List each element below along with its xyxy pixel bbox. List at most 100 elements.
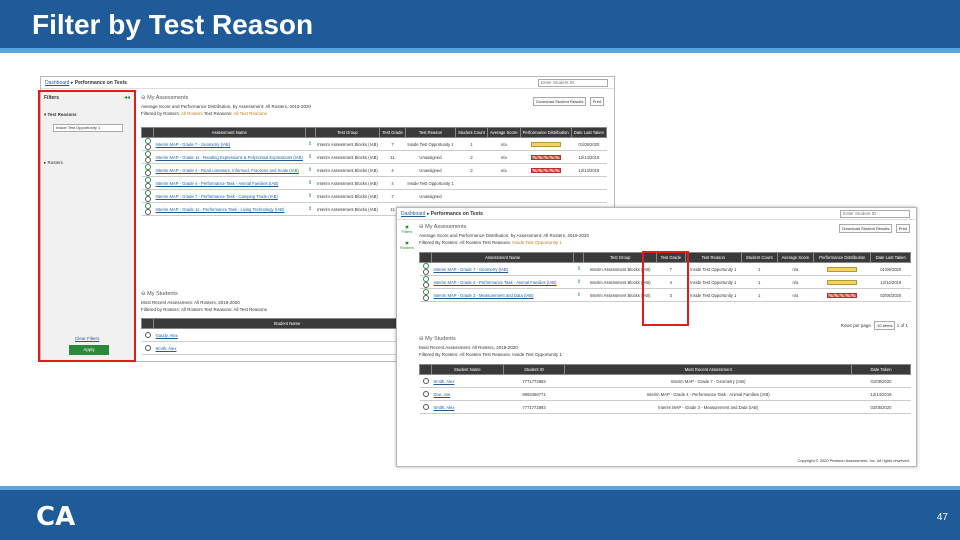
test-group-cell: Interim Assessment Blocks (IAB)	[315, 176, 380, 190]
my-assessments-heading: ⊖ My Assessments	[141, 95, 189, 101]
row-icons[interactable]	[141, 189, 154, 203]
breadcrumb-current: Performance on Tests	[430, 211, 483, 217]
student-row[interactable]: Smith, Alex 7771772893 Interim MAP - Gra…	[419, 374, 911, 388]
magnify-icon[interactable]	[422, 391, 429, 397]
table-row[interactable]: Interim MAP - Grade 4 - Performance Task…	[141, 176, 607, 190]
performance-bar-cell	[520, 189, 572, 203]
magnify-icon[interactable]	[144, 209, 151, 215]
magnify-icon[interactable]	[144, 183, 151, 189]
student-search-input[interactable]: Enter Student ID	[840, 210, 910, 218]
col-assessment-name[interactable]: Assessment Name	[153, 127, 306, 138]
row-icons[interactable]	[141, 150, 154, 164]
row-icons[interactable]	[419, 275, 432, 289]
breadcrumb-separator: ▸	[426, 211, 430, 217]
student-name-link[interactable]: Doe, Joe	[431, 387, 504, 401]
assessment-name-link[interactable]: Interim MAP - Grade 4 - Read Literature,…	[153, 163, 306, 177]
row-icons[interactable]	[141, 341, 154, 355]
magnify-icon[interactable]	[144, 196, 151, 202]
performance-bar	[530, 154, 561, 160]
print-button[interactable]: Print	[589, 97, 604, 106]
assessment-name-link[interactable]: Interim MAP - Grade 7 - Geometry (IAB)	[153, 137, 306, 151]
breadcrumb-dashboard-link[interactable]: Dashboard	[45, 80, 69, 86]
col-test-reason[interactable]: Test Reason	[404, 127, 457, 138]
filters-collapsed-toggle[interactable]: ▣ Filters ▣ Rosters	[399, 224, 415, 250]
magnify-icon[interactable]	[144, 144, 151, 150]
student-name-link[interactable]: Smith, Alex	[431, 374, 504, 388]
filter-reasons-value: All Test Reasons	[233, 111, 267, 116]
top-bar: Dashboard ▸ Performance on Tests Enter S…	[41, 77, 614, 89]
row-icons[interactable]	[141, 176, 154, 190]
student-name-link[interactable]: Smith, Alex	[431, 400, 504, 414]
row-icons[interactable]	[419, 387, 432, 401]
reorder-arrows-icon[interactable]: ⇕	[305, 150, 316, 164]
page-number: 47	[936, 512, 948, 523]
row-icons[interactable]	[141, 328, 154, 342]
breadcrumb-separator: ▸	[70, 80, 74, 86]
col-test-reason[interactable]: Test Reason	[684, 252, 742, 263]
reorder-arrows-icon[interactable]: ⇕	[305, 137, 316, 151]
student-name-link[interactable]: Smith, Alex	[153, 341, 421, 355]
print-button[interactable]: Print	[895, 224, 910, 233]
assessment-name-link[interactable]: Interim MAP - Grade 4 - Performance Task…	[431, 275, 574, 289]
reorder-arrows-icon[interactable]: ⇕	[573, 288, 584, 302]
magnify-icon[interactable]	[422, 378, 429, 384]
col-test-group[interactable]: Test Group	[314, 127, 381, 138]
table-row[interactable]: Interim MAP - Grade 7 - Performance Task…	[141, 189, 607, 203]
reorder-arrows-icon[interactable]: ⇕	[573, 275, 584, 289]
magnify-icon[interactable]	[422, 295, 429, 301]
col-student-id[interactable]: Student ID	[502, 364, 566, 375]
col-date-taken[interactable]: Date Taken	[851, 364, 911, 375]
magnify-icon[interactable]	[422, 269, 429, 275]
student-row[interactable]: Doe, Joe 9993456771 Interim MAP - Grade …	[419, 387, 911, 401]
reorder-arrows-icon[interactable]: ⇕	[573, 262, 584, 276]
row-icons[interactable]	[141, 202, 154, 216]
download-student-results-button[interactable]: Download Student Results	[839, 224, 893, 233]
table-row[interactable]: Interim MAP - Grade 11 - Reading Express…	[141, 150, 607, 164]
col-performance-distribution[interactable]: Performance Distribution	[519, 127, 572, 138]
col-average-score[interactable]: Average Score	[776, 252, 815, 263]
magnify-icon[interactable]	[422, 404, 429, 410]
title-rule	[0, 48, 960, 53]
row-icons[interactable]	[419, 400, 432, 414]
row-icons[interactable]	[141, 163, 154, 177]
test-group-cell: Interim Assessment Blocks (IAB)	[315, 189, 380, 203]
magnify-icon[interactable]	[422, 282, 429, 288]
student-search-input[interactable]: Enter Student ID	[538, 79, 608, 87]
assessment-name-link[interactable]: Interim MAP - Grade 3 - Measurement and …	[431, 288, 574, 302]
assessment-name-link[interactable]: Interim MAP - Grade 4 - Performance Task…	[153, 176, 306, 190]
student-name-link[interactable]: Gaudy, Alex	[153, 328, 421, 342]
reorder-arrows-icon[interactable]: ⇕	[305, 189, 316, 203]
assessment-name-link[interactable]: Interim MAP - Grade 7 - Performance Task…	[153, 189, 306, 203]
reorder-arrows-icon[interactable]: ⇕	[305, 176, 316, 190]
col-student-name[interactable]: Student Name	[431, 364, 504, 375]
col-student-name[interactable]: Student Name	[153, 318, 421, 329]
assessment-name-link[interactable]: Interim MAP - Grade 11 - Reading Express…	[153, 150, 306, 164]
magnify-icon[interactable]	[144, 332, 151, 338]
magnify-icon[interactable]	[144, 345, 151, 351]
row-icons[interactable]	[419, 262, 432, 276]
col-average-score[interactable]: Average Score	[486, 127, 521, 138]
magnify-icon[interactable]	[144, 170, 151, 176]
col-performance-distribution[interactable]: Performance Distribution	[813, 252, 872, 263]
row-icons[interactable]	[141, 137, 154, 151]
row-icons[interactable]	[419, 374, 432, 388]
table-row[interactable]: Interim MAP - Grade 7 - Geometry (IAB) ⇕…	[141, 137, 607, 151]
col-test-grade[interactable]: Test Grade	[379, 127, 406, 138]
col-student-count[interactable]: Student Count	[740, 252, 778, 263]
assessment-name-link[interactable]: Interim MAP - Grade 7 - Geometry (IAB)	[431, 262, 574, 276]
assessment-name-link[interactable]: Interim MAP - Grade 11 - Performance Tas…	[153, 202, 306, 216]
magnify-icon[interactable]	[144, 157, 151, 163]
col-date-last-taken[interactable]: Date Last Taken	[570, 127, 608, 138]
student-row[interactable]: Smith, Alex 7771772893 Interim MAP - Gra…	[419, 400, 911, 414]
row-icons[interactable]	[419, 288, 432, 302]
reorder-arrows-icon[interactable]: ⇕	[305, 163, 316, 177]
col-most-recent-assessment[interactable]: Most Recent Assessment	[564, 364, 853, 375]
col-assessment-name[interactable]: Assessment Name	[430, 252, 575, 263]
breadcrumb-dashboard-link[interactable]: Dashboard	[401, 211, 425, 217]
reorder-arrows-icon[interactable]: ⇕	[305, 202, 316, 216]
download-student-results-button[interactable]: Download Student Results	[533, 97, 587, 106]
col-date-last-taken[interactable]: Date Last Taken	[870, 252, 911, 263]
table-row[interactable]: Interim MAP - Grade 4 - Read Literature,…	[141, 163, 607, 177]
col-student-count[interactable]: Student Count	[455, 127, 488, 138]
rows-per-page-select[interactable]: 10 Items	[874, 321, 896, 330]
